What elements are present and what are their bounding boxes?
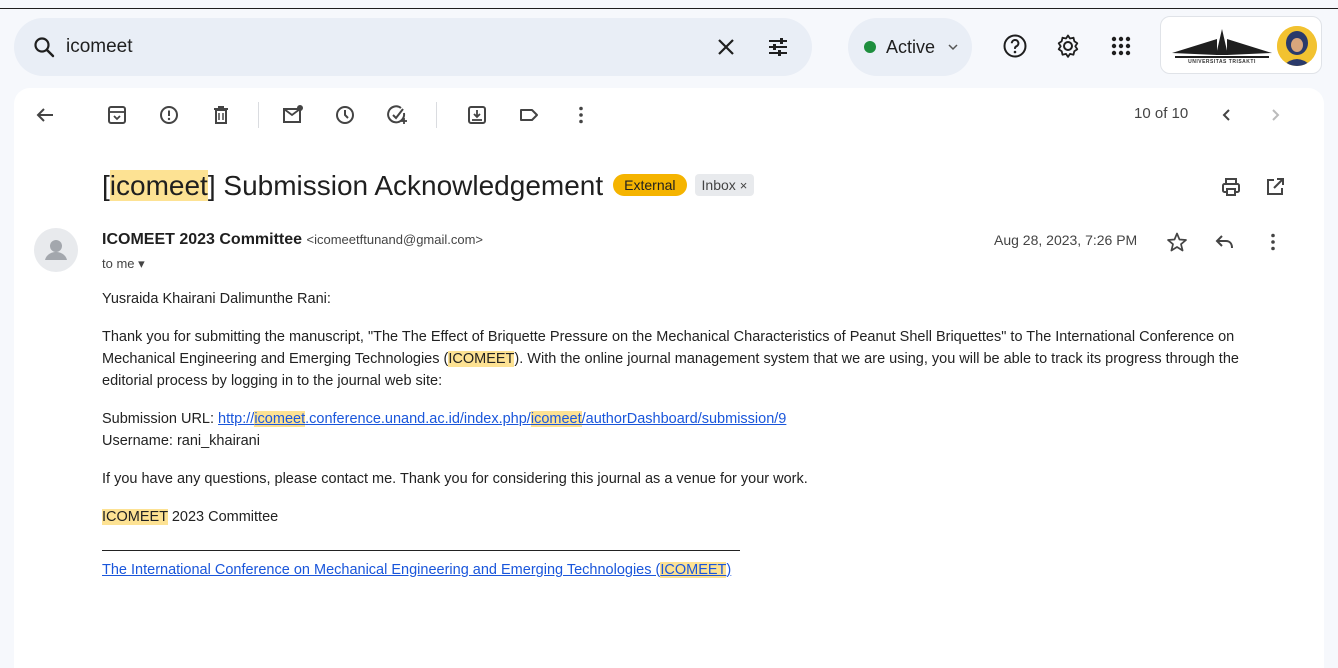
search-icon[interactable] [32,35,56,59]
sender-avatar[interactable] [34,228,78,272]
pagination-count: 10 of 10 [1134,105,1189,122]
label-tag-icon[interactable] [518,104,540,126]
sender-name[interactable]: ICOMEET 2023 Committee [102,231,302,248]
search-options-icon[interactable] [766,35,790,59]
snooze-clock-icon[interactable] [334,104,356,126]
message-more-icon[interactable] [1262,231,1284,253]
email-view: 10 of 10 [icomeet] Submission Acknowledg… [14,88,1324,668]
star-icon[interactable] [1166,231,1188,253]
person-icon [45,240,67,260]
toolbar-divider [436,102,437,128]
submission-details: Submission URL: http://icomeet.conferenc… [102,411,787,449]
chevron-left-icon[interactable] [1216,104,1238,126]
recipients-dropdown[interactable]: to me ▾ [102,256,145,272]
body-paragraph: If you have any questions, please contac… [102,471,808,487]
external-label: External [613,173,687,196]
signature: ICOMEET 2023 Committee [102,509,279,525]
print-icon[interactable] [1220,176,1242,198]
search-highlight: ICOMEET [448,351,515,367]
add-task-icon[interactable] [386,104,408,126]
email-timestamp: Aug 28, 2023, 7:26 PM [994,232,1138,248]
footer-conference-link[interactable]: The International Conference on Mechanic… [102,562,731,578]
greeting: Yusraida Khairani Dalimunthe Rani: [102,291,331,307]
avatar[interactable] [1277,26,1317,66]
username-text: Username: rani_khairani [102,433,260,449]
remove-label-icon[interactable]: × [740,178,748,193]
status-label: Active [886,37,936,57]
open-new-window-icon[interactable] [1264,176,1286,198]
search-highlight: icomeet [109,170,208,201]
email-subject: [icomeet] Submission Acknowledgement Exte… [102,170,755,202]
body-paragraph: Thank you for submitting the manuscript,… [102,329,1239,389]
profile-photo-icon [1277,26,1317,66]
archive-icon[interactable] [106,104,128,126]
toolbar-divider [258,102,259,128]
account-switcher[interactable]: UNIVERSITAS TRISAKTI [1160,16,1322,74]
help-icon[interactable] [1002,33,1028,59]
mark-unread-icon[interactable] [282,104,304,126]
window-top-border [0,8,1338,9]
signature-divider [102,550,740,551]
caret-down-icon[interactable]: ▾ [138,256,145,271]
chevron-down-icon [948,44,958,51]
logo-text: UNIVERSITAS TRISAKTI [1188,59,1256,65]
email-body: Yusraida Khairani Dalimunthe Rani: Thank… [102,288,1262,581]
sender-email: <icomeetftunand@gmail.com> [306,232,484,247]
submission-url-link[interactable]: http://icomeet.conference.unand.ac.id/in… [218,411,786,427]
status-selector[interactable]: Active [848,18,972,76]
chevron-right-icon[interactable] [1264,104,1286,126]
gear-icon[interactable] [1055,33,1081,59]
inbox-label[interactable]: Inbox × [694,173,755,196]
more-options-icon[interactable] [570,104,592,126]
apps-grid-icon[interactable] [1108,33,1134,59]
search-input[interactable]: icomeet [66,18,133,76]
reply-icon[interactable] [1214,231,1236,253]
move-to-icon[interactable] [466,104,488,126]
clear-search-icon[interactable] [714,35,738,59]
search-bar[interactable]: icomeet [14,18,812,76]
sender-line: ICOMEET 2023 Committee <icomeetftunand@g… [102,231,483,249]
back-arrow-icon[interactable] [34,104,56,126]
status-dot-icon [864,41,876,53]
delete-icon[interactable] [210,104,232,126]
report-spam-icon[interactable] [158,104,180,126]
